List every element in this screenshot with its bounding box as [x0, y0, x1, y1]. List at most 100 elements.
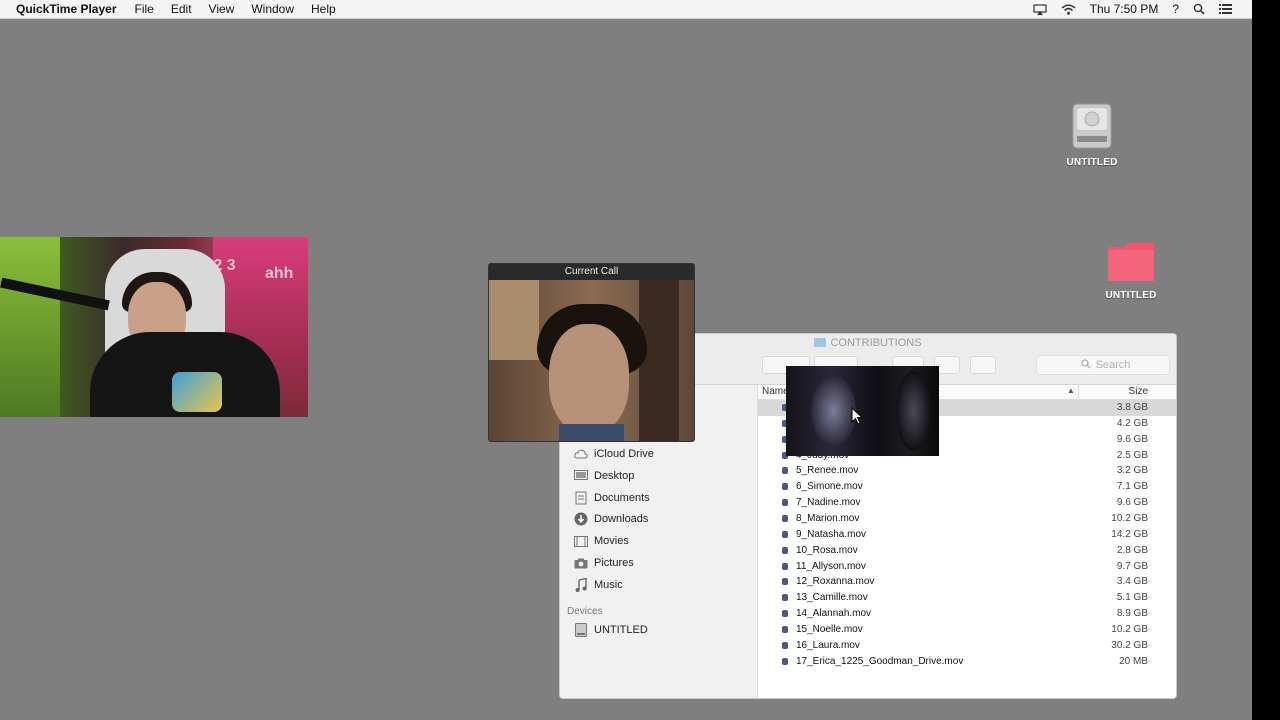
drive-label: UNTITLED	[1066, 157, 1118, 168]
file-name: 17_Erica_1225_Goodman_Drive.mov	[796, 655, 964, 667]
menu-window[interactable]: Window	[251, 0, 294, 18]
sidebar-item-documents[interactable]: Documents	[574, 488, 650, 508]
desktop[interactable]: QuickTime Player File Edit View Window H…	[0, 0, 1252, 720]
file-size: 3.2 GB	[1116, 465, 1148, 477]
file-name: 7_Nadine.mov	[796, 497, 861, 509]
streamer-webcam-overlay: 1 2 3 ahh	[0, 237, 308, 417]
movie-file-icon	[782, 530, 788, 538]
camera-icon	[574, 556, 588, 570]
sidebar-item-music[interactable]: Music	[574, 575, 623, 595]
file-size: 3.8 GB	[1116, 402, 1148, 413]
file-row[interactable]: 6_Simone.mov 7.1 GB	[758, 479, 1176, 495]
sort-ascending-icon[interactable]: ▲	[1067, 386, 1075, 395]
file-size: 4.2 GB	[1116, 417, 1148, 429]
file-size: 8.9 GB	[1116, 608, 1148, 620]
file-size: 10.2 GB	[1111, 623, 1148, 635]
movie-file-icon	[782, 657, 788, 665]
file-row[interactable]: 10_Rosa.mov 2.8 GB	[758, 543, 1176, 559]
documents-icon	[574, 491, 588, 505]
movies-icon	[574, 534, 588, 548]
sidebar-item-label: Documents	[594, 492, 650, 504]
music-icon	[574, 578, 588, 592]
search-field[interactable]: Search	[1036, 355, 1170, 375]
sidebar-item-untitled-device[interactable]: UNTITLED	[574, 620, 648, 640]
file-name: 15_Noelle.mov	[796, 623, 863, 635]
file-name: 11_Allyson.mov	[796, 560, 866, 572]
sidebar-item-downloads[interactable]: Downloads	[574, 509, 648, 529]
sidebar-item-label: Pictures	[594, 557, 634, 569]
menu-bar: QuickTime Player File Edit View Window H…	[0, 0, 1252, 19]
sidebar-item-label: iCloud Drive	[594, 448, 654, 460]
list-icon[interactable]	[1219, 4, 1232, 14]
hard-drive-icon	[1070, 103, 1114, 153]
column-size[interactable]: Size	[1129, 386, 1148, 397]
drive-desktop-icon[interactable]: UNTITLED	[1062, 102, 1122, 168]
file-row[interactable]: 7_Nadine.mov 9.6 GB	[758, 495, 1176, 511]
call-title[interactable]: Current Call	[489, 264, 694, 280]
folder-title-icon	[814, 338, 827, 347]
file-row[interactable]: 8_Marion.mov 10.2 GB	[758, 511, 1176, 527]
file-row[interactable]: 15_Noelle.mov 10.2 GB	[758, 622, 1176, 638]
sidebar-item-movies[interactable]: Movies	[574, 531, 629, 551]
wifi-icon[interactable]	[1061, 4, 1076, 15]
menu-help[interactable]: Help	[311, 0, 336, 18]
file-size: 9.7 GB	[1116, 560, 1148, 572]
sidebar-item-label: Desktop	[594, 470, 635, 482]
movie-file-icon	[782, 625, 788, 633]
sidebar-item-label: Music	[594, 579, 623, 591]
file-row[interactable]: 13_Camille.mov 5.1 GB	[758, 590, 1176, 606]
menu-app-name[interactable]: QuickTime Player	[16, 0, 117, 18]
tags-button[interactable]	[970, 356, 996, 374]
file-name: 6_Simone.mov	[796, 481, 863, 493]
sidebar-item-desktop[interactable]: Desktop	[574, 466, 634, 486]
file-name: 5_Renee.mov	[796, 465, 859, 477]
file-row[interactable]: 9_Natasha.mov 14.2 GB	[758, 527, 1176, 543]
movie-file-icon	[782, 499, 788, 507]
file-size: 14.2 GB	[1111, 528, 1148, 540]
airplay-icon[interactable]	[1033, 3, 1047, 15]
file-row[interactable]: 16_Laura.mov 30.2 GB	[758, 638, 1176, 654]
file-name: 13_Camille.mov	[796, 592, 868, 604]
column-divider[interactable]	[1078, 385, 1079, 399]
folder-label: UNTITLED	[1105, 290, 1157, 301]
file-row[interactable]: 12_Roxanna.mov 3.4 GB	[758, 574, 1176, 590]
file-size: 30.2 GB	[1111, 639, 1148, 651]
file-size: 9.6 GB	[1116, 497, 1148, 509]
movie-file-icon	[782, 562, 788, 570]
file-row[interactable]: 17_Erica_1225_Goodman_Drive.mov 20 MB	[758, 654, 1176, 670]
cloud-icon	[574, 447, 588, 461]
column-name[interactable]: Name	[762, 386, 789, 397]
folder-desktop-icon[interactable]: UNTITLED	[1100, 241, 1162, 301]
current-call-window[interactable]: Current Call	[488, 263, 695, 442]
sidebar-item-label: Movies	[594, 535, 629, 547]
movie-file-icon	[782, 467, 788, 475]
movie-file-icon	[782, 546, 788, 554]
sidebar-item-pictures[interactable]: Pictures	[574, 553, 634, 573]
search-field-icon	[1080, 358, 1091, 372]
sidebar-item-icloud-drive[interactable]: iCloud Drive	[574, 444, 654, 464]
menu-edit[interactable]: Edit	[171, 0, 192, 18]
folder-icon	[1106, 243, 1156, 286]
file-size: 20 MB	[1119, 655, 1148, 667]
movie-file-icon	[782, 641, 788, 649]
movie-file-icon	[782, 594, 788, 602]
help-icon[interactable]: ?	[1172, 2, 1179, 16]
downloads-icon	[574, 512, 588, 526]
file-row[interactable]: 5_Renee.mov 3.2 GB	[758, 463, 1176, 479]
sidebar-item-label: UNTITLED	[594, 624, 648, 636]
desktop-icon	[574, 469, 588, 483]
clock[interactable]: Thu 7:50 PM	[1090, 2, 1159, 16]
window-title-text: CONTRIBUTIONS	[830, 337, 922, 349]
file-size: 10.2 GB	[1111, 512, 1148, 524]
file-row[interactable]: 14_Alannah.mov 8.9 GB	[758, 606, 1176, 622]
search-icon[interactable]	[1193, 3, 1205, 15]
file-size: 3.4 GB	[1116, 576, 1148, 588]
file-row[interactable]: 11_Allyson.mov 9.7 GB	[758, 559, 1176, 575]
file-name: 14_Alannah.mov	[796, 608, 872, 620]
movie-file-icon	[782, 483, 788, 491]
movie-file-icon	[782, 514, 788, 522]
file-name: 12_Roxanna.mov	[796, 576, 875, 588]
menu-file[interactable]: File	[135, 0, 154, 18]
menu-view[interactable]: View	[209, 0, 235, 18]
sidebar-section-devices: Devices	[567, 606, 603, 617]
